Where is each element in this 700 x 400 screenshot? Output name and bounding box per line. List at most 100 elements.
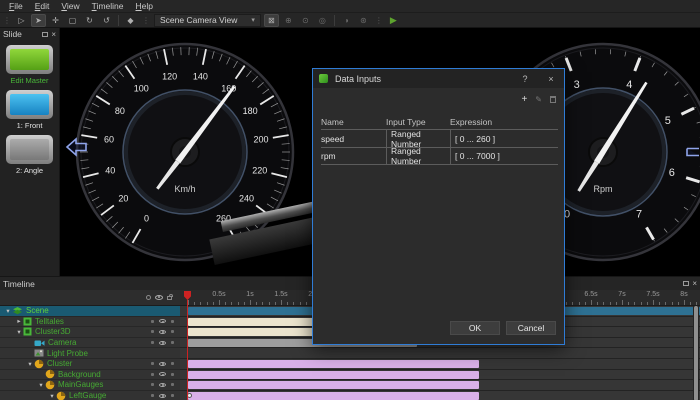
preview-play-icon[interactable]: ▶ [386,14,401,27]
tree-row-leftgauge[interactable]: ▾LeftGauge [0,391,180,400]
dialog-titlebar[interactable]: Data Inputs ? × [313,69,564,88]
timeline-panel-title: Timeline [3,279,343,289]
time-bar[interactable] [188,360,479,368]
camera-view-select[interactable]: Scene Camera View ▾ [154,14,261,27]
close-panel-icon[interactable]: × [51,32,56,37]
visibility-eye-icon[interactable] [159,383,166,387]
lock-toggle[interactable] [171,341,174,344]
ruler-tick [628,302,629,305]
tree-row-scene[interactable]: ▾Scene [0,306,180,317]
tree-row-cluster[interactable]: ▾Cluster [0,359,180,370]
tree-row-cluster3d[interactable]: ▾Cluster3D [0,327,180,338]
shy-toggle[interactable] [151,320,154,323]
lock-toggle[interactable] [171,383,174,386]
shy-toggle[interactable] [151,330,154,333]
data-input-row[interactable]: rpmRanged Number[ 0 ... 7000 ] [321,147,558,165]
tree-row-camera[interactable]: Camera [0,338,180,349]
dialog-close-icon[interactable]: × [538,69,564,88]
visibility-eye-icon[interactable] [159,319,166,323]
visibility-column-icon[interactable] [155,295,163,300]
expander-open-icon[interactable]: ▾ [48,392,56,400]
toolbar-grip[interactable]: ⋮ [372,16,385,25]
pivot-icon[interactable]: ◆ [123,14,138,27]
dialog-help-button[interactable]: ? [512,69,538,88]
scale-icon[interactable]: ▢ [65,14,80,27]
float-panel-icon[interactable] [683,281,689,286]
group-icon [34,359,44,369]
tree-row-light-probe[interactable]: Light Probe [0,348,180,359]
expander-open-icon[interactable]: ▾ [37,381,45,389]
expander-open-icon[interactable]: ▾ [15,328,23,336]
time-bar[interactable] [188,371,479,379]
menu-edit[interactable]: Edit [29,1,56,11]
cancel-button[interactable]: Cancel [506,321,556,335]
timeline-scrollbar[interactable] [693,306,699,400]
data-input-row[interactable]: speedRanged Number[ 0 ... 260 ] [321,129,558,147]
toolbar-grip[interactable]: ⋮ [0,16,13,25]
pan-icon[interactable]: ⊕ [281,14,296,27]
fit-selected-icon[interactable]: ⊠ [264,14,279,27]
float-panel-icon[interactable] [42,32,48,37]
shy-toggle[interactable] [151,373,154,376]
menu-file[interactable]: File [3,1,29,11]
delete-data-input-icon[interactable] [550,96,556,103]
orbit-icon[interactable]: ◎ [315,14,330,27]
ruler-time-label: 8s [680,291,687,298]
menu-view[interactable]: View [55,1,85,11]
tree-row-background[interactable]: Background [0,370,180,381]
visibility-eye-icon[interactable] [159,394,166,398]
ruler-tick [287,302,288,305]
shading-icon[interactable]: ◑ [339,14,354,27]
expander-open-icon[interactable]: ▾ [4,307,12,315]
slide-item-2[interactable]: 2: Angle [6,135,53,175]
chevron-down-icon: ▾ [251,16,255,24]
slide-thumbnail[interactable] [6,135,53,164]
local-global-icon[interactable]: ↺ [99,14,114,27]
scrollbar-thumb[interactable] [694,306,698,400]
lock-toggle[interactable] [171,394,174,397]
ruler-tick [597,302,598,305]
time-bar[interactable] [188,381,479,389]
play-icon[interactable]: ▷ [14,14,29,27]
slide-item-1[interactable]: 1: Front [6,90,53,130]
slide-item-master[interactable]: Edit Master [6,45,53,85]
tree-row-maingauges[interactable]: ▾MainGauges [0,380,180,391]
close-panel-icon[interactable]: × [692,281,697,286]
expander-closed-icon[interactable]: ▸ [15,317,23,325]
helpers-icon[interactable]: ⊛ [356,14,371,27]
shy-toggle[interactable] [151,394,154,397]
zoom-icon[interactable]: ⊙ [298,14,313,27]
shy-column-icon[interactable] [146,295,151,300]
add-data-input-icon[interactable]: + [521,94,527,105]
slide-thumbnail[interactable] [6,90,53,119]
lock-toggle[interactable] [171,320,174,323]
shy-toggle[interactable] [151,362,154,365]
visibility-eye-icon[interactable] [159,330,166,334]
move-icon[interactable]: ✛ [48,14,63,27]
ruler-time-label: 1s [246,291,253,298]
time-bar[interactable] [188,392,479,400]
visibility-eye-icon[interactable] [159,362,166,366]
toolbar-grip[interactable]: ⋮ [139,16,152,25]
lock-toggle[interactable] [171,330,174,333]
lock-toggle[interactable] [171,362,174,365]
component-icon [23,327,32,336]
shy-toggle[interactable] [151,341,154,344]
shy-toggle[interactable] [151,383,154,386]
previous-slide-arrow-icon[interactable] [65,136,89,158]
slide-thumbnail[interactable] [6,45,53,74]
visibility-eye-icon[interactable] [159,341,166,345]
expander-open-icon[interactable]: ▾ [26,360,34,368]
menu-help[interactable]: Help [130,1,159,11]
lock-toggle[interactable] [171,373,174,376]
svg-text:3: 3 [574,79,580,91]
ok-button[interactable]: OK [450,321,500,335]
menu-timeline[interactable]: Timeline [86,1,130,11]
rotate-icon[interactable]: ↻ [82,14,97,27]
edit-data-input-icon[interactable]: ✎ [535,95,542,104]
lock-column-icon[interactable] [167,296,172,300]
tree-row-telltales[interactable]: ▸Telltales [0,317,180,328]
select-arrow-icon[interactable]: ➤ [31,14,46,27]
next-slide-arrow-icon[interactable] [686,141,700,163]
visibility-eye-icon[interactable] [159,372,166,376]
